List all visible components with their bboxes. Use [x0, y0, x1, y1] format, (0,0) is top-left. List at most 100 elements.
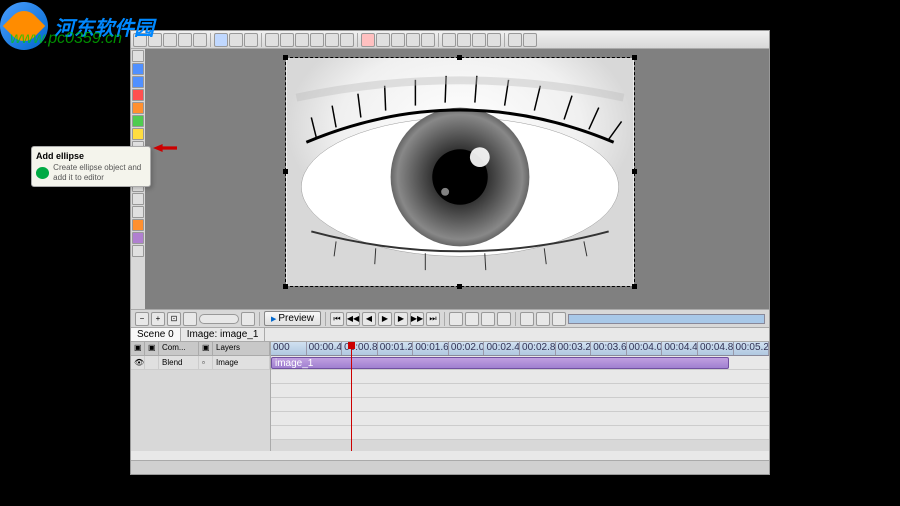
image-tab[interactable]: Image: image_1: [181, 328, 266, 341]
tooltip-text: Create ellipse object and add it to edit…: [53, 163, 146, 182]
pen-tool-icon[interactable]: [132, 102, 144, 114]
export-tool-icon[interactable]: [132, 245, 144, 257]
brush-tool-icon[interactable]: [132, 219, 144, 231]
timeline-panel: ▣ ▣ Com... ▣ Layers 👁 Blend ▫ Image 000 …: [131, 341, 769, 451]
loop-icon[interactable]: [449, 312, 463, 326]
layer-toggle-icon[interactable]: ▣: [145, 342, 159, 355]
forward-full-icon[interactable]: ⏭: [426, 312, 440, 326]
tool-icon[interactable]: [481, 312, 495, 326]
toolbar-icon[interactable]: [487, 33, 501, 47]
play-icon[interactable]: ▶: [378, 312, 392, 326]
color-tool-icon[interactable]: [132, 128, 144, 140]
timeline-tabs: Scene 0 Image: image_1: [131, 327, 769, 341]
toolbar-icon[interactable]: [265, 33, 279, 47]
resize-handle[interactable]: [457, 284, 462, 289]
preview-button[interactable]: Preview: [264, 311, 321, 326]
selected-object[interactable]: [285, 57, 635, 287]
layers-column: ▣ ▣ Com... ▣ Layers 👁 Blend ▫ Image: [131, 342, 271, 451]
tooltip-title: Add ellipse: [36, 151, 146, 161]
toolbar-icon[interactable]: [421, 33, 435, 47]
toolbar-icon[interactable]: [472, 33, 486, 47]
next-frame-icon[interactable]: ▶: [394, 312, 408, 326]
resize-handle[interactable]: [632, 284, 637, 289]
toolbar-icon[interactable]: [229, 33, 243, 47]
music-tool-icon[interactable]: [132, 232, 144, 244]
tooltip: Add ellipse Create ellipse object and ad…: [31, 146, 151, 187]
toolbar-icon[interactable]: [178, 33, 192, 47]
resize-handle[interactable]: [632, 169, 637, 174]
tool-icon[interactable]: [552, 312, 566, 326]
rewind-full-icon[interactable]: ⏮: [330, 312, 344, 326]
shape-tool-icon[interactable]: [132, 76, 144, 88]
node3-tool-icon[interactable]: [132, 206, 144, 218]
toolbar-icon[interactable]: [310, 33, 324, 47]
layer-header-com: Com...: [159, 342, 199, 355]
eye-image: [286, 58, 634, 286]
playhead[interactable]: [351, 342, 352, 451]
toolbar-icon[interactable]: [295, 33, 309, 47]
rewind-icon[interactable]: ◀◀: [346, 312, 360, 326]
rect-tool-icon[interactable]: [132, 63, 144, 75]
scene-tab[interactable]: Scene 0: [131, 328, 181, 341]
resize-handle[interactable]: [632, 55, 637, 60]
track-row[interactable]: [271, 398, 769, 412]
tool-icon[interactable]: [520, 312, 534, 326]
layer-row[interactable]: 👁 Blend ▫ Image: [131, 356, 270, 370]
scrubber[interactable]: [568, 314, 765, 324]
time-ruler[interactable]: 000 00:00.400 00:00.800 00:01.201 00:01.…: [271, 342, 769, 356]
canvas[interactable]: [145, 49, 769, 309]
layer-type: Image: [213, 356, 270, 369]
toolbar-icon[interactable]: [361, 33, 375, 47]
tool-icon[interactable]: [183, 312, 197, 326]
toolbar-icon[interactable]: [340, 33, 354, 47]
resize-handle[interactable]: [283, 55, 288, 60]
toolbar-icon[interactable]: [280, 33, 294, 47]
app-window: Add ellipse Create ellipse object and ad…: [130, 30, 770, 475]
toolbar-icon[interactable]: [244, 33, 258, 47]
toolbar-icon[interactable]: [442, 33, 456, 47]
track-row[interactable]: [271, 384, 769, 398]
blend-mode[interactable]: Blend: [159, 356, 199, 369]
toolbar-icon[interactable]: [193, 33, 207, 47]
annotation-arrow: [153, 144, 177, 152]
track-row[interactable]: [271, 426, 769, 440]
resize-handle[interactable]: [283, 169, 288, 174]
toolbar-icon[interactable]: [391, 33, 405, 47]
toolbar-icon[interactable]: [508, 33, 522, 47]
main-toolbar: [131, 31, 769, 49]
tool-icon[interactable]: [536, 312, 550, 326]
tool-icon[interactable]: [241, 312, 255, 326]
tool-icon[interactable]: [497, 312, 511, 326]
slider[interactable]: [199, 314, 239, 324]
layer-toggle-icon[interactable]: ▣: [199, 342, 213, 355]
toolbar-icon[interactable]: [376, 33, 390, 47]
toolbar-icon[interactable]: [214, 33, 228, 47]
watermark-url: www.pc0359.cn: [10, 30, 122, 48]
zoom-fit-icon[interactable]: ⊡: [167, 312, 181, 326]
layer-icon: ▫: [199, 356, 213, 369]
tool-icon[interactable]: [465, 312, 479, 326]
ellipse-icon: [36, 167, 49, 179]
toolbar-icon[interactable]: [457, 33, 471, 47]
clip-label: image_1: [275, 358, 313, 369]
toolbar-icon[interactable]: [523, 33, 537, 47]
layer-toggle-icon[interactable]: ▣: [131, 342, 145, 355]
track-row[interactable]: [271, 370, 769, 384]
visibility-icon[interactable]: 👁: [131, 356, 145, 369]
forward-icon[interactable]: ▶▶: [410, 312, 424, 326]
timeline-clip[interactable]: image_1: [271, 357, 729, 369]
toolbar-icon[interactable]: [325, 33, 339, 47]
zoom-in-icon[interactable]: +: [151, 312, 165, 326]
track-row[interactable]: [271, 412, 769, 426]
ellipse-tool-icon[interactable]: [132, 115, 144, 127]
zoom-out-icon[interactable]: −: [135, 312, 149, 326]
node2-tool-icon[interactable]: [132, 193, 144, 205]
resize-handle[interactable]: [283, 284, 288, 289]
status-bar: [131, 460, 769, 474]
prev-frame-icon[interactable]: ◀: [362, 312, 376, 326]
preview-toolbar: − + ⊡ Preview ⏮ ◀◀ ◀ ▶ ▶ ▶▶ ⏭: [131, 309, 769, 327]
toolbar-icon[interactable]: [406, 33, 420, 47]
track-row[interactable]: image_1: [271, 356, 769, 370]
line-tool-icon[interactable]: [132, 89, 144, 101]
resize-handle[interactable]: [457, 55, 462, 60]
